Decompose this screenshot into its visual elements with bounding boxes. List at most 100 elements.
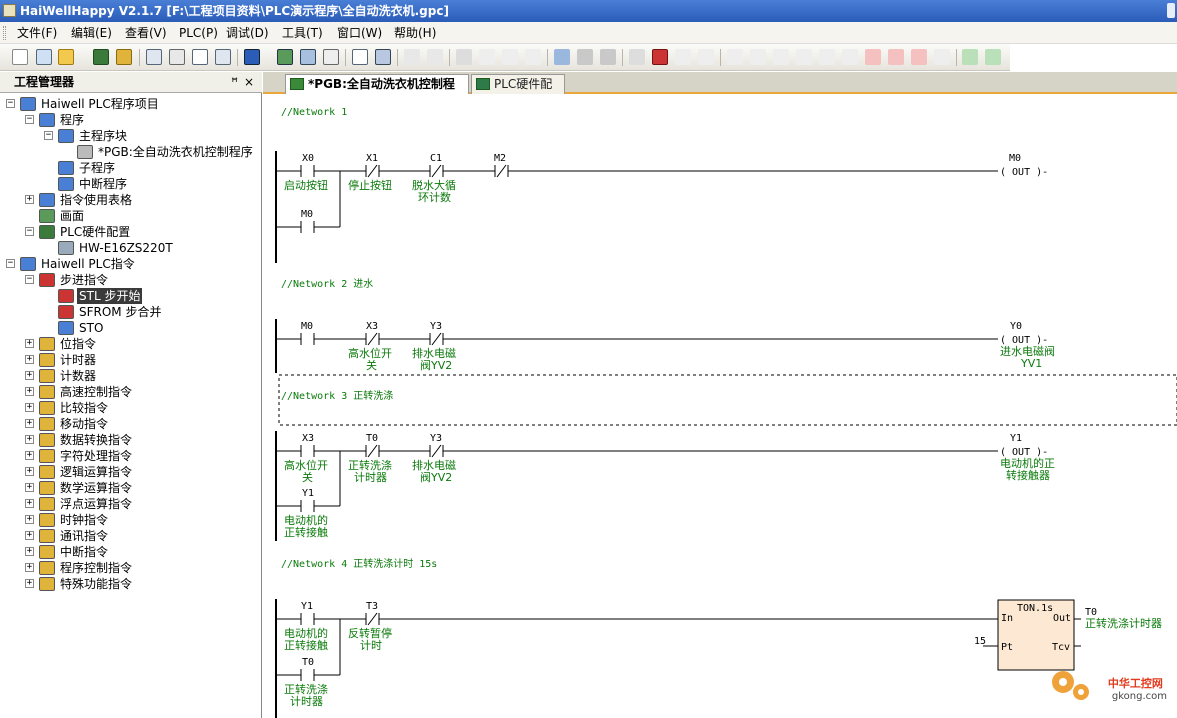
expand-icon[interactable]: + [25, 387, 34, 396]
menubar-grip[interactable] [3, 26, 6, 40]
expand-icon[interactable]: + [25, 547, 34, 556]
monitor-icon[interactable] [300, 49, 316, 65]
sto-icon[interactable] [842, 49, 858, 65]
undo-icon[interactable] [404, 49, 420, 65]
window-control-button[interactable] [1167, 3, 1175, 18]
edit-icon[interactable] [352, 49, 368, 65]
copy-icon[interactable] [502, 49, 518, 65]
expand-icon[interactable]: + [25, 195, 34, 204]
tree-item[interactable]: + 高速控制指令 [25, 384, 256, 400]
pin-icon[interactable]: ꟸ [231, 72, 238, 93]
page-setup-icon[interactable] [215, 49, 231, 65]
branch-icon[interactable] [934, 49, 950, 65]
find-icon[interactable] [375, 49, 391, 65]
set-coil-icon[interactable] [888, 49, 904, 65]
new-file-icon[interactable] [12, 49, 28, 65]
expand-icon[interactable]: + [25, 403, 34, 412]
new-project-icon[interactable] [36, 49, 52, 65]
tree-item[interactable]: SFROM 步合并 [44, 304, 256, 320]
tree-item[interactable]: − 步进指令 [25, 272, 256, 288]
coil-m0[interactable]: ( OUT )- [1000, 167, 1048, 178]
collapse-icon[interactable]: − [6, 259, 15, 268]
expand-icon[interactable]: + [25, 435, 34, 444]
tree-item[interactable]: + 字符处理指令 [25, 448, 256, 464]
list-icon[interactable] [675, 49, 691, 65]
collapse-icon[interactable]: − [25, 275, 34, 284]
cut-icon[interactable] [456, 49, 472, 65]
open-folder-icon[interactable] [58, 49, 74, 65]
upload-icon[interactable] [116, 49, 132, 65]
print-icon[interactable] [169, 49, 185, 65]
expand-icon[interactable]: + [25, 531, 34, 540]
tree-item[interactable]: + 比较指令 [25, 400, 256, 416]
collapse-icon[interactable]: − [6, 99, 15, 108]
close-icon[interactable]: × [244, 72, 254, 93]
tree-item[interactable]: − PLC硬件配置 [25, 224, 256, 240]
tree-item[interactable]: HW-E16ZS220T [44, 240, 256, 256]
expand-icon[interactable]: + [25, 355, 34, 364]
preview-icon[interactable] [146, 49, 162, 65]
info-icon[interactable] [629, 49, 645, 65]
tab-hardware-config[interactable]: PLC硬件配置 [471, 74, 565, 109]
save-icon[interactable] [93, 49, 109, 65]
expand-icon[interactable]: + [25, 563, 34, 572]
expand-icon[interactable]: + [25, 451, 34, 460]
expand-icon[interactable]: + [25, 515, 34, 524]
expand-icon[interactable]: + [25, 371, 34, 380]
menu-edit[interactable]: 编辑(E) [71, 25, 112, 41]
tree-item[interactable]: + 指令使用表格 [25, 192, 256, 208]
expand-icon[interactable]: + [25, 499, 34, 508]
tree-item[interactable]: 中断程序 [44, 176, 256, 192]
reset-coil-icon[interactable] [911, 49, 927, 65]
sfrom-icon[interactable] [750, 49, 766, 65]
tree-item[interactable]: + 计数器 [25, 368, 256, 384]
stl-icon[interactable] [727, 49, 743, 65]
tree-item[interactable]: + 中断指令 [25, 544, 256, 560]
expand-icon[interactable]: + [25, 419, 34, 428]
contact-no-icon[interactable] [773, 49, 789, 65]
menu-tools[interactable]: 工具(T) [282, 25, 323, 41]
menu-plc[interactable]: PLC(P) [179, 25, 218, 41]
tree-item[interactable]: − 主程序块 [44, 128, 256, 144]
collapse-icon[interactable]: − [44, 131, 53, 140]
expand-icon[interactable]: + [25, 467, 34, 476]
tree-item[interactable]: + 逻辑运算指令 [25, 464, 256, 480]
menu-window[interactable]: 窗口(W) [337, 25, 382, 41]
expand-icon[interactable]: + [25, 579, 34, 588]
collapse-icon[interactable]: − [25, 115, 34, 124]
plc-icon[interactable] [277, 49, 293, 65]
redo-icon[interactable] [427, 49, 443, 65]
expand-icon[interactable]: + [25, 339, 34, 348]
tree-item[interactable]: + 移动指令 [25, 416, 256, 432]
tree-item[interactable]: + 程序控制指令 [25, 560, 256, 576]
text-icon[interactable] [698, 49, 714, 65]
tab-program[interactable]: *PGB:全自动洗衣机控制程序 [285, 74, 469, 109]
menu-view[interactable]: 查看(V) [125, 25, 167, 41]
collapse-icon[interactable]: − [25, 227, 34, 236]
contact-nc-icon[interactable] [796, 49, 812, 65]
tree-item[interactable]: + 位指令 [25, 336, 256, 352]
network-insert-icon[interactable] [577, 49, 593, 65]
tree-item[interactable]: + 计时器 [25, 352, 256, 368]
tree-item[interactable]: − Haiwell PLC程序项目 [6, 96, 256, 112]
expand-icon[interactable]: + [25, 483, 34, 492]
tree-item[interactable]: − Haiwell PLC指令 [6, 256, 256, 272]
print-setup-icon[interactable] [192, 49, 208, 65]
tree-item[interactable]: STL 步开始 [44, 288, 256, 304]
window-icon[interactable] [323, 49, 339, 65]
tree-item[interactable]: + 通讯指令 [25, 528, 256, 544]
tree-item[interactable]: *PGB:全自动洗衣机控制程序 [63, 144, 256, 160]
tree-item[interactable]: + 特殊功能指令 [25, 576, 256, 592]
tree-item[interactable]: + 浮点运算指令 [25, 496, 256, 512]
line-v-icon[interactable] [985, 49, 1001, 65]
tree-item[interactable]: 画面 [25, 208, 256, 224]
network-icon[interactable] [554, 49, 570, 65]
tree-item[interactable]: + 时钟指令 [25, 512, 256, 528]
coil-icon[interactable] [865, 49, 881, 65]
menu-file[interactable]: 文件(F) [17, 25, 57, 41]
contact-rise-icon[interactable] [819, 49, 835, 65]
menu-debug[interactable]: 调试(D) [226, 25, 269, 41]
line-h-icon[interactable] [962, 49, 978, 65]
ladder-editor[interactable]: //Network 1 //Network 2 进水 //Network 3 正… [263, 95, 1177, 718]
menu-help[interactable]: 帮助(H) [394, 25, 436, 41]
